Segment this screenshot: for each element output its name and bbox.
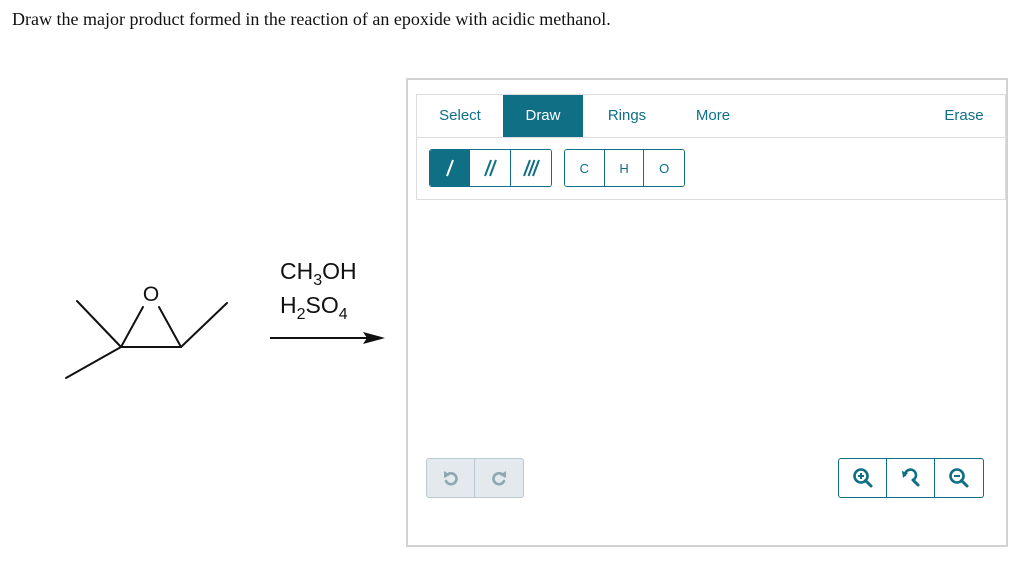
triple-bond-icon bbox=[522, 159, 540, 177]
single-bond-button[interactable] bbox=[430, 150, 471, 186]
tab-draw[interactable]: Draw bbox=[503, 95, 583, 137]
zoom-controls bbox=[838, 458, 984, 498]
zoom-out-button[interactable] bbox=[935, 459, 983, 497]
zoom-in-icon bbox=[852, 468, 872, 488]
methyl-bond-upper-left bbox=[76, 300, 122, 348]
reagent-sulfuric-acid: H2SO4 bbox=[280, 292, 348, 323]
double-bond-icon bbox=[484, 159, 497, 177]
redo-button[interactable] bbox=[475, 459, 523, 497]
methyl-bond-lower-left bbox=[65, 346, 122, 379]
reagent-methanol: CH3OH bbox=[280, 258, 357, 289]
tab-rings[interactable]: Rings bbox=[599, 95, 655, 137]
reset-zoom-icon bbox=[901, 468, 919, 487]
reset-zoom-button[interactable] bbox=[887, 459, 935, 497]
bond-tools bbox=[429, 149, 552, 187]
triple-bond-button[interactable] bbox=[510, 150, 551, 186]
tab-more[interactable]: More bbox=[685, 95, 741, 137]
tab-select[interactable]: Select bbox=[431, 95, 489, 137]
history-controls bbox=[426, 458, 524, 498]
toolbar-panel: Select Draw Rings More Erase C H O bbox=[416, 94, 1006, 200]
ring-bond-co-left bbox=[120, 306, 144, 348]
structure-editor[interactable]: Select Draw Rings More Erase C H O bbox=[406, 78, 1008, 547]
methyl-bond-right bbox=[180, 302, 228, 348]
undo-icon bbox=[443, 471, 458, 486]
undo-button[interactable] bbox=[427, 459, 476, 497]
redo-icon bbox=[492, 471, 506, 486]
atom-oxygen-button[interactable]: O bbox=[644, 150, 684, 186]
atom-hydrogen-button[interactable]: H bbox=[604, 150, 645, 186]
tab-erase[interactable]: Erase bbox=[935, 95, 993, 137]
zoom-in-button[interactable] bbox=[839, 459, 887, 497]
toolbar-tabs: Select Draw Rings More Erase bbox=[417, 95, 1005, 138]
reaction-arrow bbox=[270, 332, 385, 344]
atom-carbon-button[interactable]: C bbox=[565, 150, 605, 186]
single-bond-icon bbox=[445, 159, 454, 177]
reaction-scheme: O CH3OH H2SO4 bbox=[65, 258, 385, 379]
atom-tools: C H O bbox=[564, 149, 685, 187]
ring-bond-co-right bbox=[158, 306, 182, 348]
epoxide-structure bbox=[65, 300, 228, 379]
oxygen-atom-label: O bbox=[143, 283, 159, 306]
double-bond-button[interactable] bbox=[470, 150, 511, 186]
zoom-out-icon bbox=[949, 468, 969, 488]
